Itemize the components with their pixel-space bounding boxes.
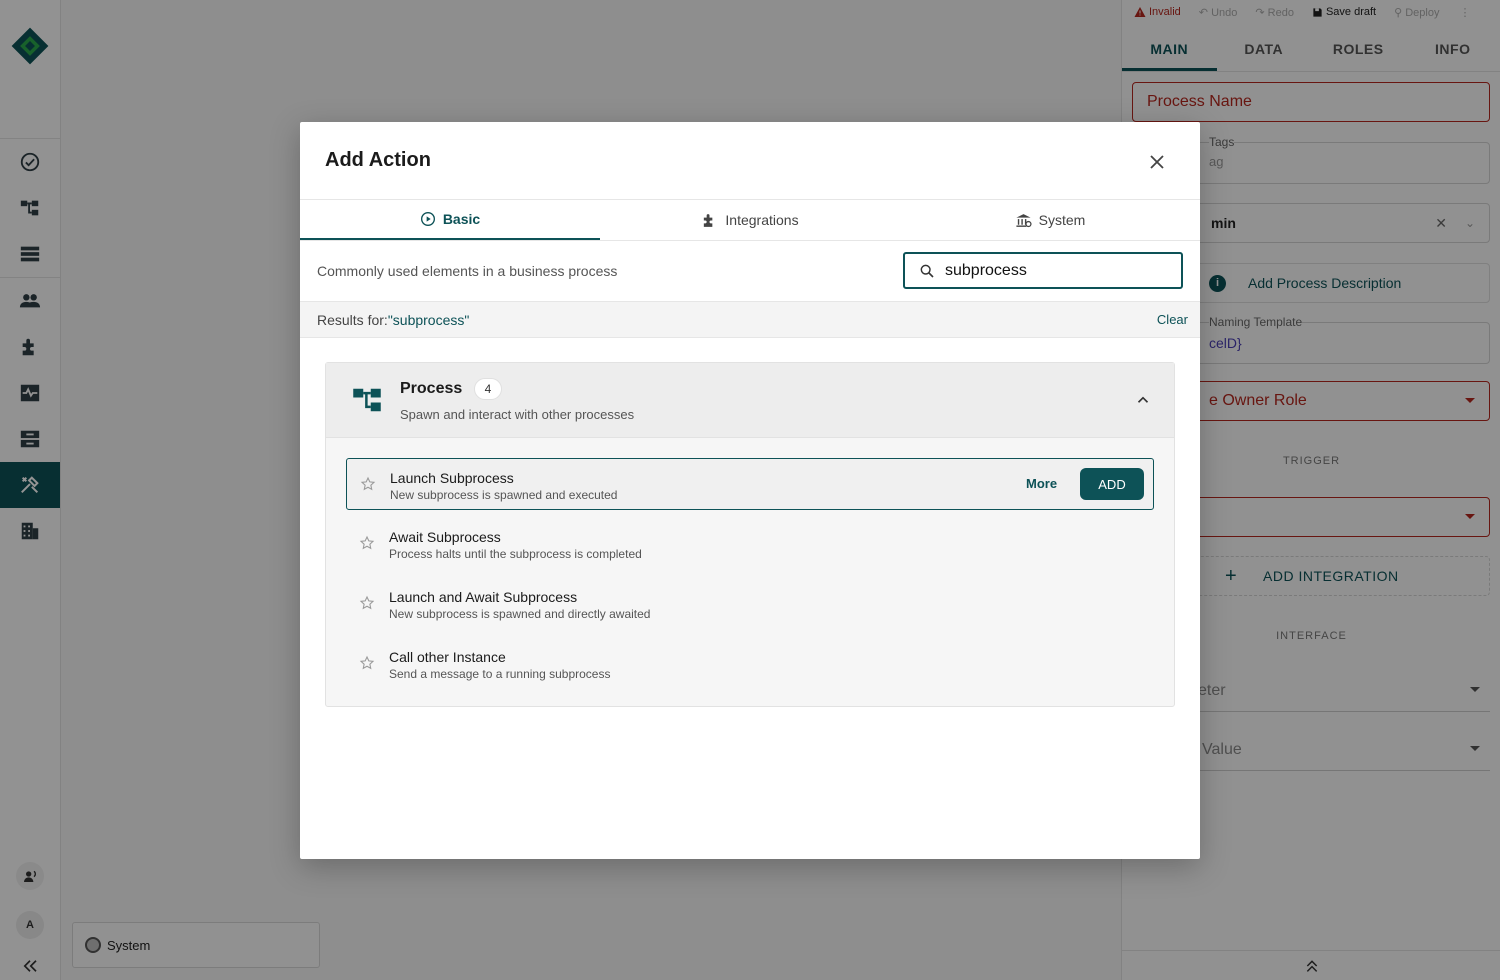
puzzle-icon [704, 213, 713, 227]
tab-basic-label: Basic [442, 211, 481, 227]
results-term: "subprocess" [387, 311, 470, 328]
close-icon [1150, 155, 1164, 169]
group-description: Spawn and interact with other processes [400, 407, 635, 422]
results-bar: Results for: "subprocess" Clear [300, 301, 1200, 338]
tab-system[interactable]: System [900, 200, 1200, 240]
action-item-await-subprocess[interactable]: Await Subprocess Process halts until the… [346, 518, 1154, 570]
clear-search-button[interactable]: Clear [1157, 312, 1188, 327]
tab-integrations[interactable]: Integrations [600, 200, 900, 240]
star-outline-icon[interactable] [359, 655, 375, 671]
action-item-description: New subprocess is spawned and executed [390, 488, 618, 502]
play-circle-icon [420, 212, 435, 226]
star-outline-icon[interactable] [360, 476, 376, 492]
tab-system-label: System [1038, 212, 1086, 228]
action-item-launch-subprocess[interactable]: Launch Subprocess New subprocess is spaw… [346, 458, 1154, 510]
category-description: Commonly used elements in a business pro… [317, 263, 618, 279]
more-button[interactable]: More [1026, 476, 1057, 491]
process-group: Process 4 Spawn and interact with other … [325, 362, 1175, 707]
action-category-tabs: Basic Integrations System [300, 199, 1200, 241]
action-item-description: Send a message to a running subprocess [389, 667, 611, 681]
star-outline-icon[interactable] [359, 535, 375, 551]
search-box[interactable] [903, 252, 1183, 289]
tab-integrations-label: Integrations [725, 212, 799, 228]
chevron-up-icon[interactable] [1134, 391, 1152, 409]
search-input[interactable] [945, 261, 1165, 280]
action-item-description: New subprocess is spawned and directly a… [389, 607, 651, 621]
group-count-badge: 4 [474, 378, 502, 400]
action-item-description: Process halts until the subprocess is co… [389, 547, 642, 561]
action-item-name: Launch Subprocess [390, 470, 514, 486]
results-prefix: Results for: [317, 311, 388, 328]
tab-basic[interactable]: Basic [300, 200, 600, 240]
action-item-call-other-instance[interactable]: Call other Instance Send a message to a … [346, 638, 1154, 690]
group-header[interactable]: Process 4 Spawn and interact with other … [326, 363, 1174, 438]
bank-icon [1016, 213, 1032, 227]
group-name: Process [400, 380, 463, 397]
close-button[interactable] [1145, 150, 1169, 174]
dialog-title: Add Action [325, 149, 431, 171]
process-group-icon [353, 388, 381, 412]
star-outline-icon[interactable] [359, 595, 375, 611]
add-button[interactable]: ADD [1080, 468, 1144, 500]
action-item-name: Call other Instance [389, 649, 506, 665]
action-item-name: Await Subprocess [389, 529, 501, 545]
action-item-launch-and-await-subprocess[interactable]: Launch and Await Subprocess New subproce… [346, 578, 1154, 630]
search-icon [920, 264, 934, 278]
action-item-name: Launch and Await Subprocess [389, 589, 578, 605]
add-action-dialog: Add Action Basic Integrations System Com… [300, 122, 1200, 859]
